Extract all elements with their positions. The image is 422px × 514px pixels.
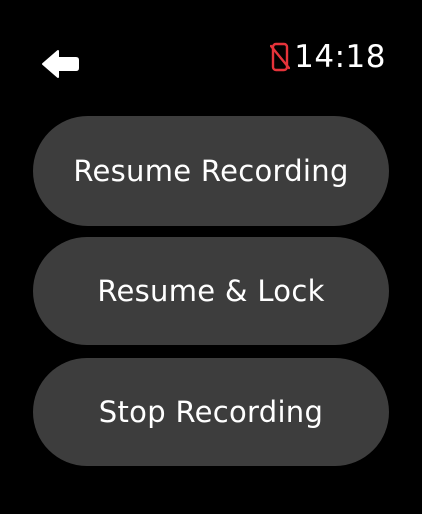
resume-and-lock-button[interactable]: Resume & Lock xyxy=(33,237,389,345)
arrow-left-icon xyxy=(42,50,79,78)
resume-recording-label: Resume Recording xyxy=(73,154,349,188)
recording-menu: Resume Recording Resume & Lock Stop Reco… xyxy=(33,116,389,466)
status-indicators: 14:18 xyxy=(270,38,386,76)
back-button[interactable] xyxy=(38,46,82,82)
stop-recording-button[interactable]: Stop Recording xyxy=(33,358,389,466)
resume-and-lock-label: Resume & Lock xyxy=(97,274,325,308)
resume-recording-button[interactable]: Resume Recording xyxy=(33,116,389,226)
stop-recording-label: Stop Recording xyxy=(98,395,324,429)
clock-time: 14:18 xyxy=(294,39,386,75)
status-bar: 14:18 xyxy=(0,0,422,100)
iphone-disconnected-icon xyxy=(270,42,291,72)
